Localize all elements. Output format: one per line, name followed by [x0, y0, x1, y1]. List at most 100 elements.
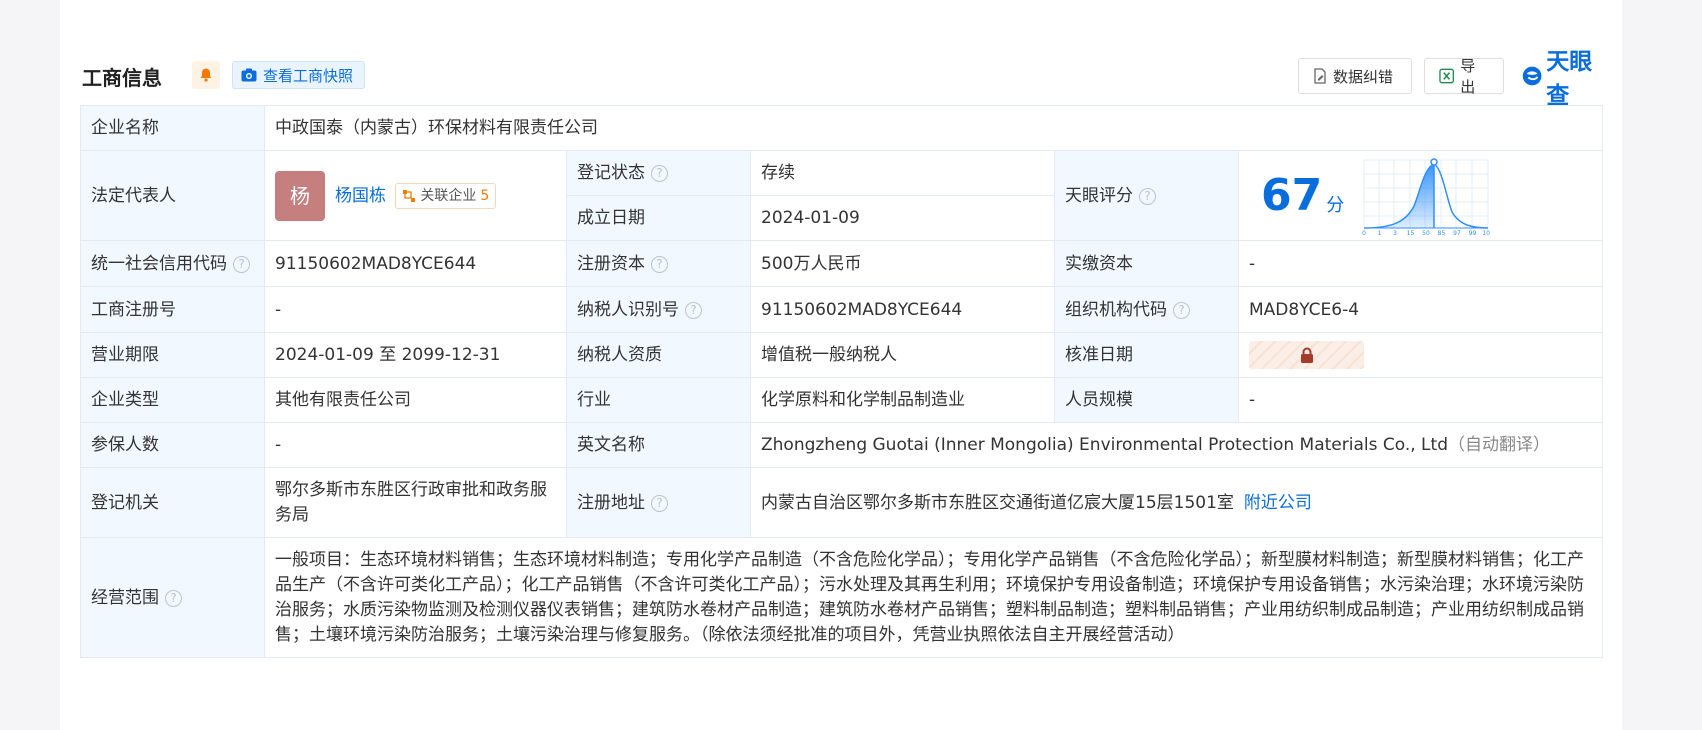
help-icon[interactable]: ? [651, 494, 668, 512]
help-icon[interactable]: ? [1173, 301, 1190, 319]
score-cell[interactable]: 67 分 0 1 3 15 50 85 97 99 10 [1237, 150, 1604, 241]
legal-rep-label: 法定代表人 [80, 150, 265, 241]
industry-value: 化学原料和化学制品制造业 [750, 377, 1055, 423]
related-companies-label: 关联企业 [420, 187, 477, 204]
insured-label: 参保人数 [80, 422, 265, 468]
help-icon[interactable]: ? [651, 255, 668, 273]
tick-label: 50 [1422, 230, 1430, 236]
table-row: 营业期限 2024-01-09 至 2099-12-31 纳税人资质 增值税一般… [80, 332, 1604, 378]
paid-capital-value: - [1237, 240, 1604, 287]
tick-label: 0 [1362, 230, 1366, 236]
reg-capital-label-text: 注册资本 [577, 253, 645, 274]
score-marker-dot [1429, 157, 1438, 166]
reg-address-label-text: 注册地址 [577, 492, 645, 513]
taxpayer-id-value: 91150602MAD8YCE644 [750, 286, 1055, 333]
table-row: 登记机关 鄂尔多斯市东胜区行政审批和政务服务局 注册地址? 内蒙古自治区鄂尔多斯… [80, 467, 1604, 538]
help-icon[interactable]: ? [685, 301, 702, 319]
table-row: 工商注册号 - 纳税人识别号? 91150602MAD8YCE644 组织机构代… [80, 286, 1604, 333]
section-header: 工商信息 查看工商快照 数据纠错 导出 天眼查 [82, 49, 1600, 109]
tick-label: 97 [1453, 230, 1461, 236]
approve-date-label: 核准日期 [1054, 332, 1239, 378]
tianyancha-logo-icon [1522, 66, 1542, 86]
company-name-label: 企业名称 [80, 105, 265, 151]
reg-authority-label: 登记机关 [80, 467, 265, 538]
tick-label: 99 [1468, 230, 1476, 236]
reg-authority-value: 鄂尔多斯市东胜区行政审批和政务服务局 [264, 467, 567, 538]
lock-icon [1300, 347, 1313, 363]
export-button[interactable]: 导出 [1424, 57, 1504, 96]
tick-label: 100 [1482, 230, 1490, 236]
insured-value: - [264, 422, 567, 468]
relation-icon [403, 189, 416, 202]
auto-translate-note: （自动翻译） [1448, 435, 1550, 455]
snapshot-button[interactable]: 查看工商快照 [232, 61, 365, 89]
related-companies-count: 5 [480, 187, 490, 204]
reg-status-label: 登记状态? [566, 150, 751, 196]
en-name-cell: Zhongzheng Guotai (Inner Mongolia) Envir… [749, 422, 1604, 468]
reg-address-label: 注册地址? [566, 467, 751, 538]
reg-address-cell: 内蒙古自治区鄂尔多斯市东胜区交通街道亿宸大厦15层1501室 附近公司 [749, 467, 1604, 538]
excel-icon [1439, 68, 1455, 84]
brand-logo[interactable]: 天眼查 [1522, 49, 1600, 109]
data-correct-label: 数据纠错 [1333, 67, 1394, 86]
tick-label: 3 [1393, 230, 1397, 236]
help-icon[interactable]: ? [233, 255, 250, 273]
found-date-value: 2024-01-09 [750, 195, 1055, 241]
company-type-value: 其他有限责任公司 [264, 377, 567, 423]
biz-reg-no-label: 工商注册号 [80, 286, 265, 333]
data-correct-button[interactable]: 数据纠错 [1298, 58, 1412, 94]
taxpayer-qual-label: 纳税人资质 [566, 332, 751, 378]
approve-date-cell [1237, 332, 1604, 378]
score-value: 67 [1261, 169, 1323, 221]
business-info-table: 企业名称 中政国泰（内蒙古）环保材料有限责任公司 法定代表人 杨杨国栋 关联企业… [80, 105, 1604, 658]
snapshot-label: 查看工商快照 [263, 66, 354, 85]
scope-value: 一般项目：生态环境材料销售；生态环境材料制造；专用化学产品制造（不含危险化学品）… [263, 537, 1604, 658]
help-icon[interactable]: ? [651, 165, 668, 182]
export-label: 导出 [1460, 57, 1476, 96]
credit-code-label-text: 统一社会信用代码 [91, 253, 227, 274]
nearby-companies-link[interactable]: 附近公司 [1244, 493, 1312, 513]
reg-capital-value: 500万人民币 [750, 240, 1055, 287]
related-companies-badge[interactable]: 关联企业 5 [395, 182, 497, 209]
bell-icon[interactable] [192, 61, 220, 89]
taxpayer-qual-value: 增值税一般纳税人 [750, 332, 1055, 378]
table-row: 经营范围? 一般项目：生态环境材料销售；生态环境材料制造；专用化学产品制造（不含… [80, 537, 1604, 658]
tick-label: 85 [1437, 230, 1445, 236]
reg-capital-label: 注册资本? [566, 240, 751, 287]
score-unit: 分 [1326, 194, 1345, 216]
staff-size-value: - [1237, 377, 1604, 423]
legal-rep-link[interactable]: 杨国栋 [335, 186, 386, 206]
taxpayer-id-label: 纳税人识别号? [566, 286, 751, 333]
business-info-card: 工商信息 查看工商快照 数据纠错 导出 天眼查 企业名称 中政国泰（内蒙古）环保… [60, 0, 1622, 730]
section-title: 工商信息 [82, 66, 162, 90]
biz-term-label: 营业期限 [80, 332, 265, 378]
doc-edit-icon [1314, 68, 1326, 84]
paid-capital-label: 实缴资本 [1054, 240, 1239, 287]
help-icon[interactable]: ? [1139, 187, 1156, 205]
table-row: 法定代表人 杨杨国栋 关联企业 5 登记状态? 存续 天眼评分? 67 分 0 … [80, 150, 1604, 241]
org-code-label: 组织机构代码? [1054, 286, 1239, 333]
org-code-value: MAD8YCE6-4 [1237, 286, 1604, 333]
reg-status-label-text: 登记状态 [577, 163, 645, 183]
biz-term-value: 2024-01-09 至 2099-12-31 [264, 332, 567, 378]
scope-label-text: 经营范围 [91, 587, 159, 608]
legal-rep-cell: 杨杨国栋 关联企业 5 [264, 150, 567, 241]
en-name-value: Zhongzheng Guotai (Inner Mongolia) Envir… [761, 435, 1448, 455]
locked-value[interactable] [1249, 341, 1364, 369]
company-name: 中政国泰（内蒙古）环保材料有限责任公司 [263, 105, 1604, 151]
avatar[interactable]: 杨 [275, 170, 325, 221]
score-label: 天眼评分? [1054, 150, 1239, 241]
staff-size-label: 人员规模 [1054, 377, 1239, 423]
found-date-label: 成立日期 [566, 195, 751, 241]
org-code-label-text: 组织机构代码 [1065, 299, 1167, 320]
tick-label: 1 [1377, 230, 1381, 236]
score-label-text: 天眼评分 [1065, 185, 1133, 206]
scope-label: 经营范围? [80, 537, 265, 658]
camera-icon [241, 68, 257, 82]
company-type-label: 企业类型 [80, 377, 265, 423]
taxpayer-id-label-text: 纳税人识别号 [577, 299, 679, 320]
table-row: 参保人数 - 英文名称 Zhongzheng Guotai (Inner Mon… [80, 422, 1604, 468]
credit-code-label: 统一社会信用代码? [80, 240, 265, 287]
help-icon[interactable]: ? [165, 589, 182, 607]
reg-address-value: 内蒙古自治区鄂尔多斯市东胜区交通街道亿宸大厦15层1501室 [761, 492, 1234, 513]
